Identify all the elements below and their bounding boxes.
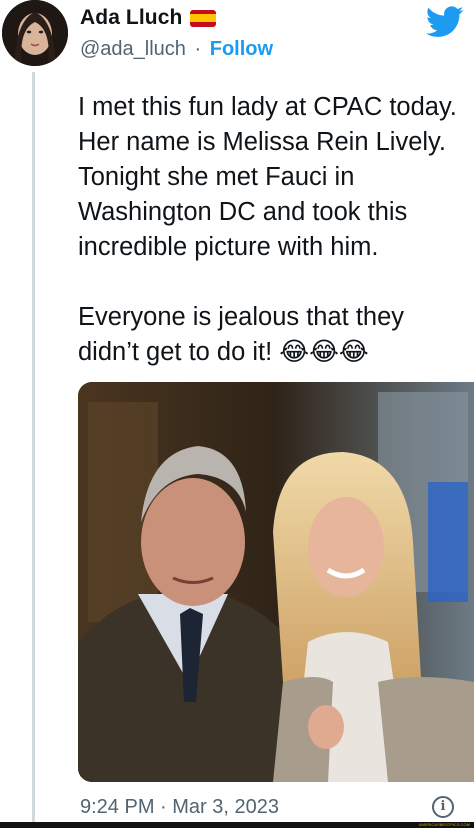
tweet-timestamp[interactable]: 9:24 PM · Mar 3, 2023 [80, 796, 279, 819]
author-avatar[interactable] [2, 0, 68, 66]
twitter-bird-icon[interactable] [426, 6, 464, 38]
author-handle-row: @ada_lluch · Follow [80, 38, 273, 61]
watermark-text: AMERICASBESTPICS.COM [418, 822, 470, 827]
spain-flag-icon [190, 9, 217, 27]
watermark-bar: AMERICASBESTPICS.COM [0, 822, 474, 828]
thread-rail [32, 72, 35, 822]
author-display-name[interactable]: Ada Lluch [80, 6, 182, 30]
separator-dot: · [194, 38, 202, 60]
author-handle[interactable]: @ada_lluch [80, 38, 186, 60]
tweet-text: I met this fun lady at CPAC today. Her n… [78, 93, 457, 366]
info-icon[interactable]: i [432, 796, 454, 818]
follow-button[interactable]: Follow [210, 38, 273, 60]
tweet-photo[interactable] [78, 382, 474, 782]
author-name-row: Ada Lluch [80, 6, 217, 30]
